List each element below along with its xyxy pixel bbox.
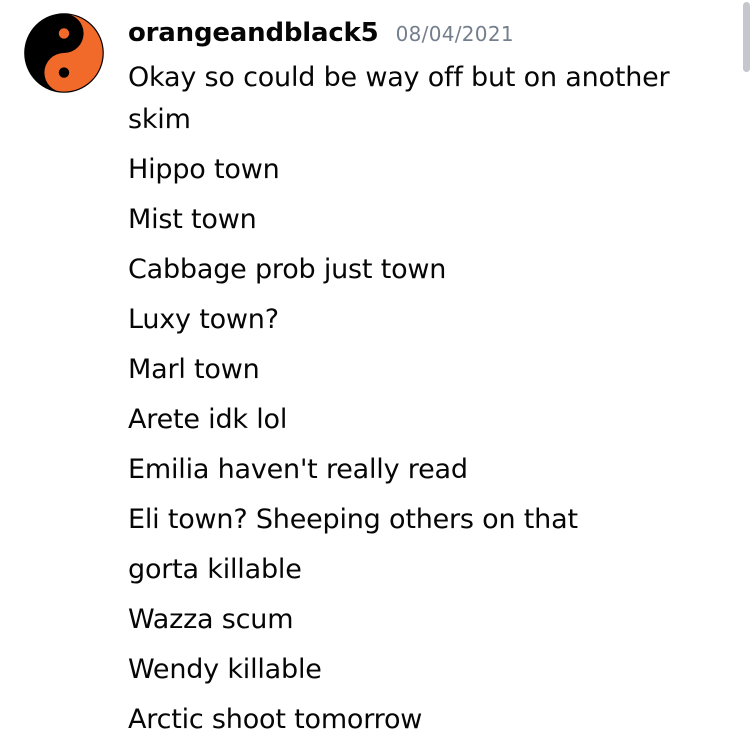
message-line: gorta killable (128, 554, 302, 585)
message-line: Mist town (128, 204, 257, 235)
timestamp: 08/04/2021 (395, 22, 514, 46)
message-line: Arctic shoot tomorrow (128, 704, 423, 735)
scrollbar-thumb[interactable] (743, 2, 750, 72)
message-line: Wendy killable (128, 654, 322, 685)
yin-yang-icon (24, 13, 104, 93)
message-line: Wazza scum (128, 604, 294, 635)
message-line: Emilia haven't really read (128, 454, 468, 485)
message-line: Eli town? Sheeping others on that (128, 504, 578, 535)
message-line: Cabbage prob just town (128, 254, 447, 285)
message-line: Hippo town (128, 154, 280, 185)
message-line: Arete idk lol (128, 404, 288, 435)
message-header: orangeandblack5 08/04/2021 (128, 18, 514, 58)
username[interactable]: orangeandblack5 (128, 18, 379, 48)
message-line: Marl town (128, 354, 260, 385)
message-line: Luxy town? (128, 304, 279, 335)
message-line: Okay so could be way off but on another … (128, 62, 670, 135)
message-content: Okay so could be way off but on another … (128, 57, 708, 749)
user-avatar[interactable] (24, 13, 104, 93)
chat-message: orangeandblack5 08/04/2021 Okay so could… (0, 0, 753, 750)
